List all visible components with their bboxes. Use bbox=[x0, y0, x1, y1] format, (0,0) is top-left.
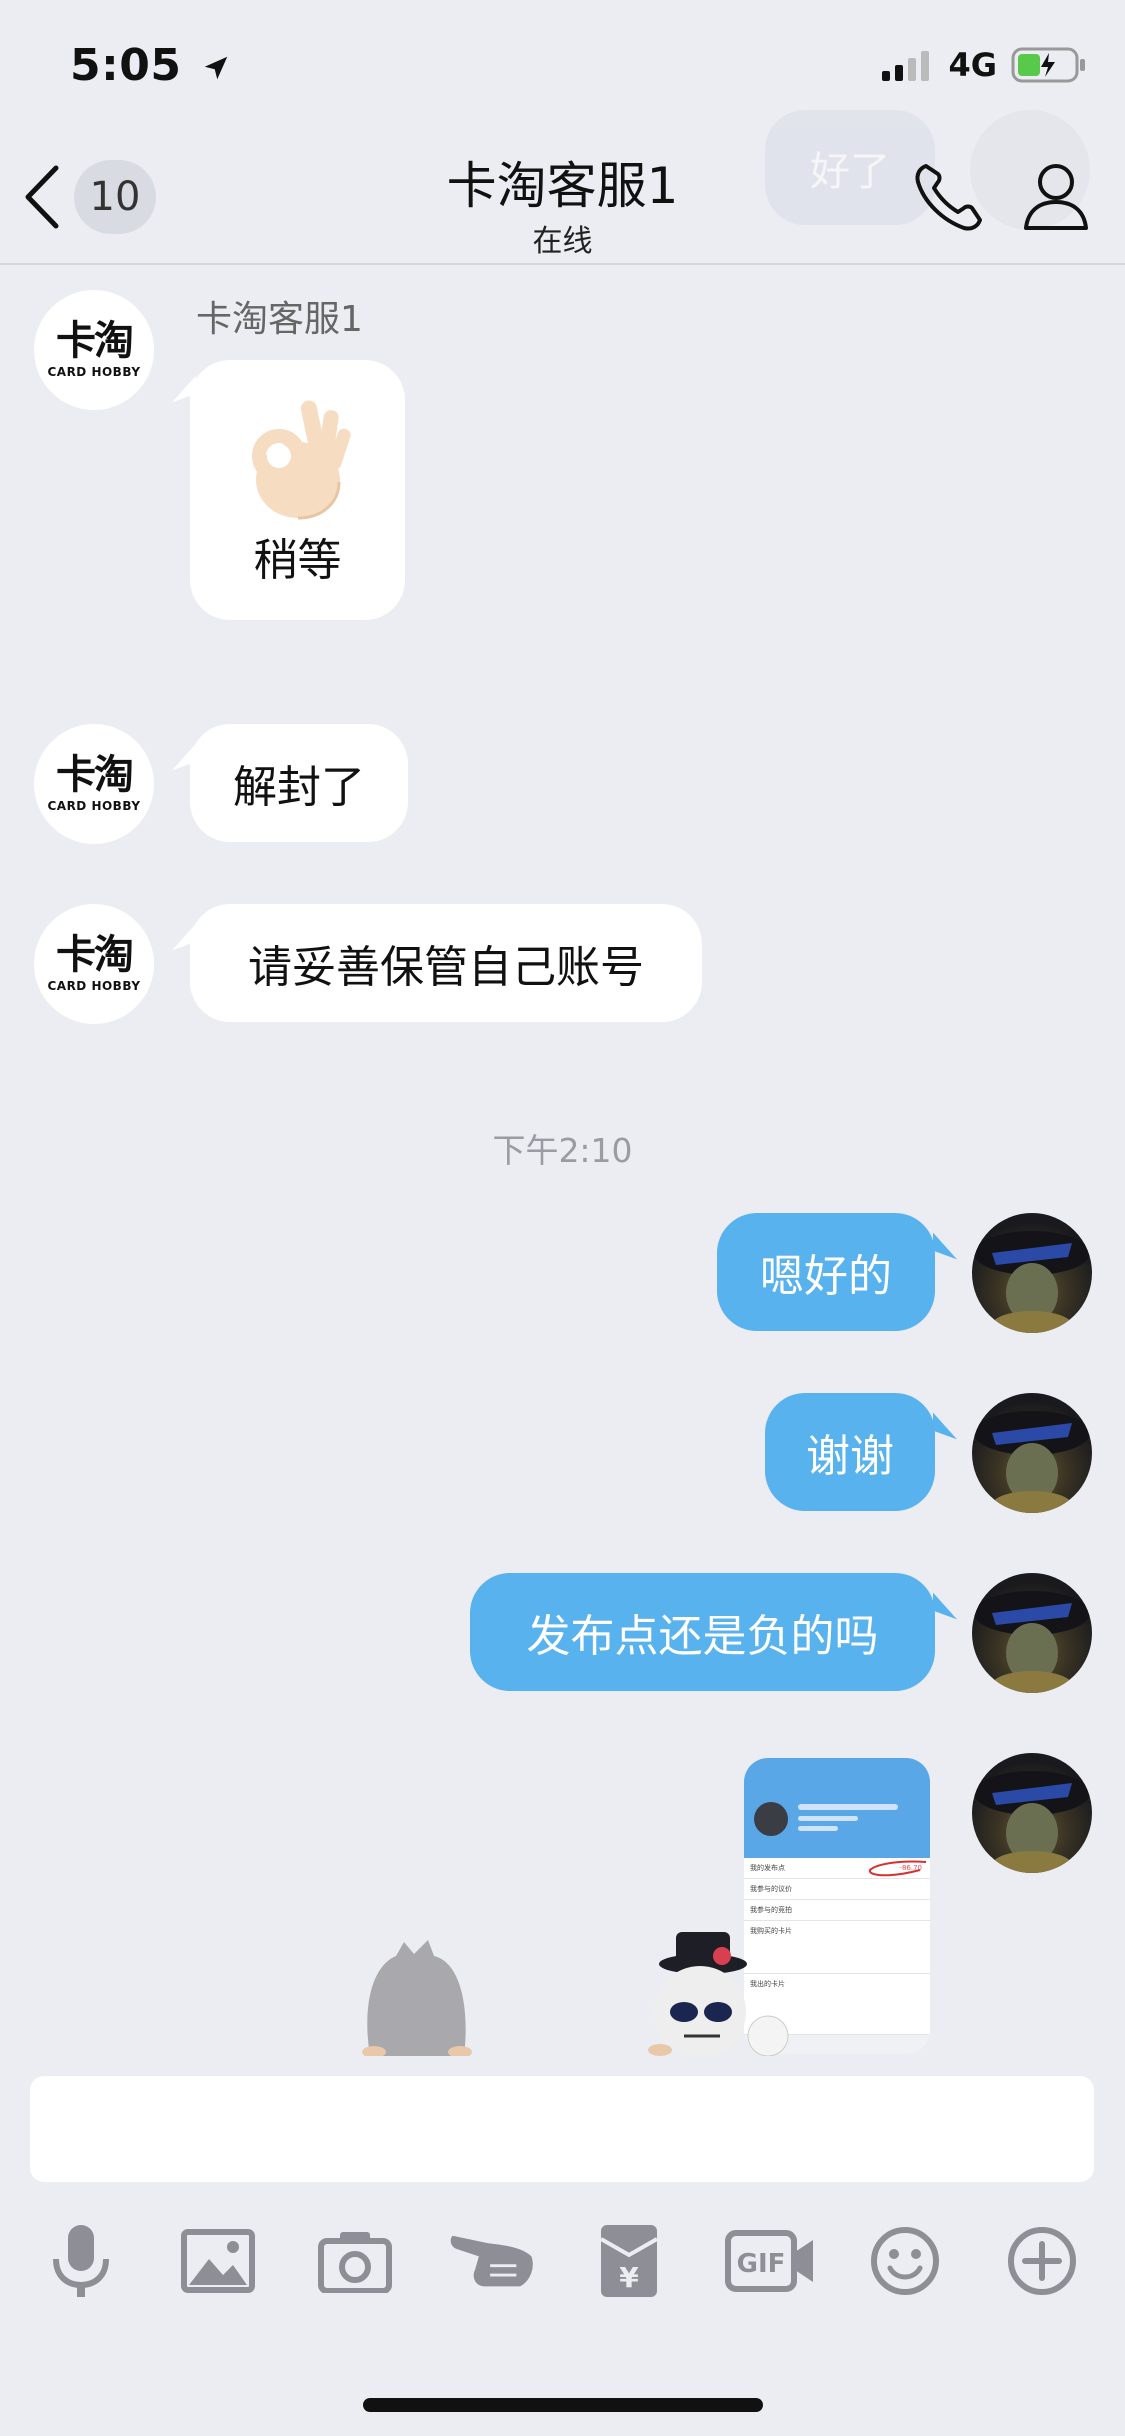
peeking-anime-character-sticker bbox=[648, 1932, 789, 2056]
point-hand-icon[interactable] bbox=[447, 2218, 537, 2304]
sender-name: 卡淘客服1 bbox=[196, 299, 363, 340]
agent-avatar[interactable]: 卡淘 CARD HOBBY bbox=[34, 724, 154, 844]
bubble-tail bbox=[933, 1592, 957, 1620]
plus-icon[interactable] bbox=[997, 2218, 1087, 2304]
message-bubble[interactable]: 谢谢 bbox=[765, 1393, 935, 1511]
message-input[interactable] bbox=[30, 2076, 1094, 2182]
bubble-tail bbox=[933, 1412, 957, 1440]
red-packet-icon[interactable]: ¥ bbox=[584, 2218, 674, 2304]
hat-figure-image bbox=[974, 1591, 1090, 1693]
user-avatar[interactable] bbox=[972, 1753, 1092, 1873]
svg-text:¥: ¥ bbox=[619, 2261, 639, 2294]
microphone-icon[interactable] bbox=[36, 2218, 126, 2304]
phone-icon[interactable] bbox=[912, 158, 988, 234]
battery-icon bbox=[1011, 47, 1085, 83]
thumbnail-row: 我参与的议价 bbox=[744, 1879, 930, 1900]
bubble-tail bbox=[933, 1232, 957, 1260]
thumbnail-row: 我的发布点 -86.70 bbox=[744, 1858, 930, 1879]
hat-figure-image bbox=[974, 1231, 1090, 1333]
status-time: 5:05 bbox=[70, 40, 231, 91]
ok-hand-icon bbox=[251, 400, 351, 520]
user-avatar[interactable] bbox=[972, 1393, 1092, 1513]
message-bubble[interactable]: 解封了 bbox=[190, 724, 408, 842]
emoji-icon[interactable] bbox=[860, 2218, 950, 2304]
sticker-caption: 稍等 bbox=[253, 535, 342, 586]
time-separator: 下午2:10 bbox=[492, 1131, 633, 1170]
sticker-message[interactable]: 稍等 bbox=[190, 360, 405, 620]
home-indicator[interactable] bbox=[363, 2398, 763, 2412]
camera-icon[interactable] bbox=[310, 2218, 400, 2304]
status-indicators: 4G bbox=[882, 46, 1087, 84]
thumbnail-row: 我参与的竞拍 bbox=[744, 1900, 930, 1921]
profile-icon[interactable] bbox=[1018, 158, 1094, 234]
agent-avatar[interactable]: 卡淘 CARD HOBBY bbox=[34, 290, 154, 410]
message-bubble[interactable]: 请妥善保管自己账号 bbox=[190, 904, 702, 1022]
hat-figure-image bbox=[974, 1411, 1090, 1513]
message-bubble[interactable]: 发布点还是负的吗 bbox=[470, 1573, 935, 1691]
image-icon[interactable] bbox=[173, 2218, 263, 2304]
svg-text:GIF: GIF bbox=[737, 2249, 786, 2279]
peeking-grey-character-sticker bbox=[362, 1940, 472, 2056]
thumbnail-header bbox=[744, 1758, 930, 1858]
gif-icon[interactable]: GIF bbox=[721, 2218, 821, 2304]
network-type: 4G bbox=[948, 46, 997, 84]
agent-avatar[interactable]: 卡淘 CARD HOBBY bbox=[34, 904, 154, 1024]
input-toolbar: ¥ GIF bbox=[0, 2218, 1125, 2304]
message-bubble[interactable]: 嗯好的 bbox=[717, 1213, 935, 1331]
hat-figure-image bbox=[974, 1771, 1090, 1873]
location-arrow-icon bbox=[205, 56, 228, 80]
user-avatar[interactable] bbox=[972, 1573, 1092, 1693]
user-avatar[interactable] bbox=[972, 1213, 1092, 1333]
signal-icon bbox=[882, 51, 930, 81]
